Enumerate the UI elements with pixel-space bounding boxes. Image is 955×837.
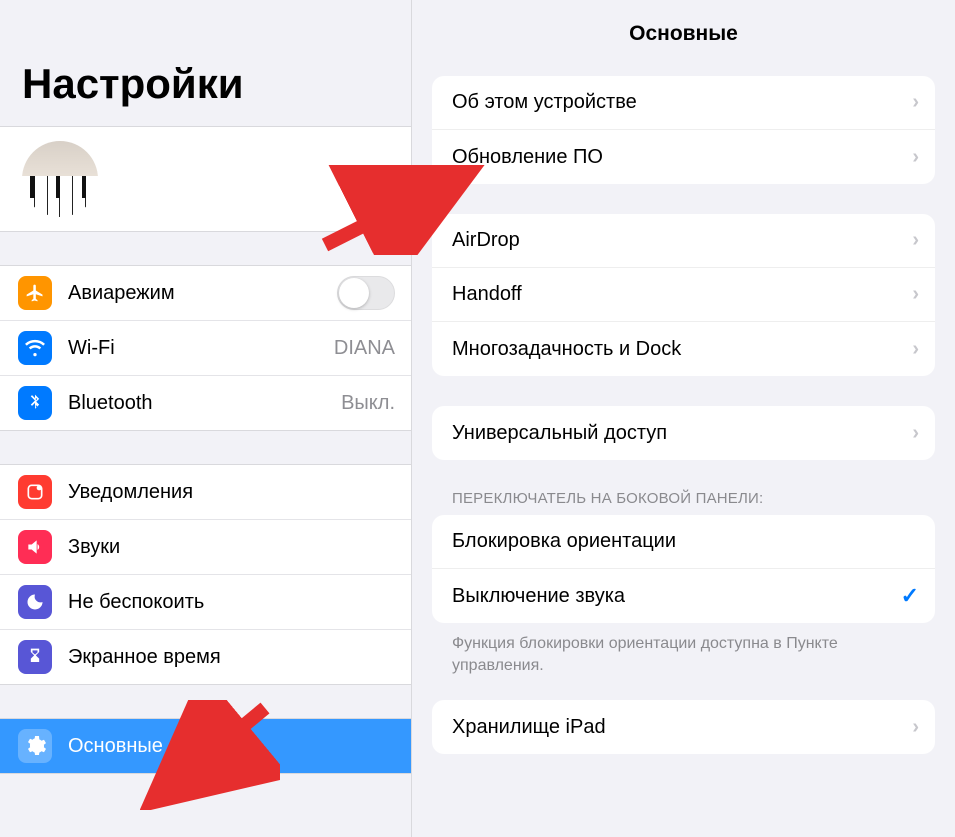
settings-title: Настройки (0, 0, 411, 127)
wifi-icon (18, 331, 52, 365)
sidebar-item-screentime[interactable]: Экранное время (0, 630, 411, 685)
chevron-right-icon: › (912, 146, 919, 169)
chevron-right-icon: › (912, 283, 919, 306)
sidebar-item-label: Bluetooth (68, 392, 341, 415)
chevron-right-icon: › (912, 338, 919, 361)
bluetooth-icon (18, 386, 52, 420)
check-icon: ✓ (901, 583, 919, 609)
gear-icon (18, 729, 52, 763)
sidebar-item-airplane[interactable]: Авиарежим (0, 266, 411, 321)
chevron-right-icon: › (912, 716, 919, 739)
detail-group-side-switch: Блокировка ориентации Выключение звука ✓ (432, 515, 935, 623)
detail-row-label: Об этом устройстве (452, 91, 912, 114)
detail-row-about[interactable]: Об этом устройстве › (432, 76, 935, 130)
sidebar-item-sounds[interactable]: Звуки (0, 520, 411, 575)
chevron-right-icon: › (912, 91, 919, 114)
airplane-toggle[interactable] (337, 276, 395, 310)
section-spacer (0, 685, 411, 719)
detail-group-airdrop: AirDrop › Handoff › Многозадачность и Do… (432, 214, 935, 376)
detail-row-storage[interactable]: Хранилище iPad › (432, 700, 935, 754)
detail-row-handoff[interactable]: Handoff › (432, 268, 935, 322)
section-spacer (0, 431, 411, 465)
sidebar-group-general: Основные (0, 719, 411, 774)
detail-row-software-update[interactable]: Обновление ПО › (432, 130, 935, 184)
profile-row[interactable] (0, 127, 411, 232)
sidebar-item-label: Не беспокоить (68, 591, 395, 614)
chevron-right-icon: › (912, 422, 919, 445)
side-switch-footer: Функция блокировки ориентации доступна в… (452, 633, 915, 676)
section-spacer (0, 232, 411, 266)
detail-title: Основные (412, 0, 955, 76)
sidebar-item-bluetooth[interactable]: Bluetooth Выкл. (0, 376, 411, 431)
detail-row-airdrop[interactable]: AirDrop › (432, 214, 935, 268)
detail-group-storage: Хранилище iPad › (432, 700, 935, 754)
sidebar-item-label: Wi-Fi (68, 337, 334, 360)
sidebar-item-dnd[interactable]: Не беспокоить (0, 575, 411, 630)
detail-row-lock-orientation[interactable]: Блокировка ориентации (432, 515, 935, 569)
side-switch-header: ПЕРЕКЛЮЧАТЕЛЬ НА БОКОВОЙ ПАНЕЛИ: (452, 490, 915, 507)
sidebar-group-alerts: Уведомления Звуки Не беспокоить Экранное… (0, 465, 411, 685)
detail-row-label: Обновление ПО (452, 146, 912, 169)
sidebar-item-wifi[interactable]: Wi-Fi DIANA (0, 321, 411, 376)
sound-icon (18, 530, 52, 564)
sidebar-item-general[interactable]: Основные (0, 719, 411, 774)
plane-icon (18, 276, 52, 310)
sidebar-item-label: Основные (68, 735, 395, 758)
dnd-icon (18, 585, 52, 619)
detail-row-multitasking[interactable]: Многозадачность и Dock › (432, 322, 935, 376)
chevron-right-icon: › (912, 229, 919, 252)
screentime-icon (18, 640, 52, 674)
detail-group-about: Об этом устройстве › Обновление ПО › (432, 76, 935, 184)
detail-group-accessibility: Универсальный доступ › (432, 406, 935, 460)
detail-row-mute[interactable]: Выключение звука ✓ (432, 569, 935, 623)
wifi-value: DIANA (334, 337, 395, 360)
sidebar-group-connectivity: Авиарежим Wi-Fi DIANA Bluetooth Выкл. (0, 266, 411, 431)
detail-row-label: Универсальный доступ (452, 422, 912, 445)
detail-row-label: Handoff (452, 283, 912, 306)
detail-row-label: AirDrop (452, 229, 912, 252)
bluetooth-value: Выкл. (341, 392, 395, 415)
sidebar-item-label: Авиарежим (68, 282, 337, 305)
sidebar-item-label: Уведомления (68, 481, 395, 504)
detail-row-label: Многозадачность и Dock (452, 338, 912, 361)
sidebar-item-notifications[interactable]: Уведомления (0, 465, 411, 520)
detail-row-label: Блокировка ориентации (452, 530, 919, 553)
detail-row-label: Выключение звука (452, 585, 901, 608)
notifications-icon (18, 475, 52, 509)
detail-row-label: Хранилище iPad (452, 716, 912, 739)
sidebar-item-label: Звуки (68, 536, 395, 559)
detail-row-accessibility[interactable]: Универсальный доступ › (432, 406, 935, 460)
avatar (22, 141, 98, 217)
sidebar-item-label: Экранное время (68, 646, 395, 669)
